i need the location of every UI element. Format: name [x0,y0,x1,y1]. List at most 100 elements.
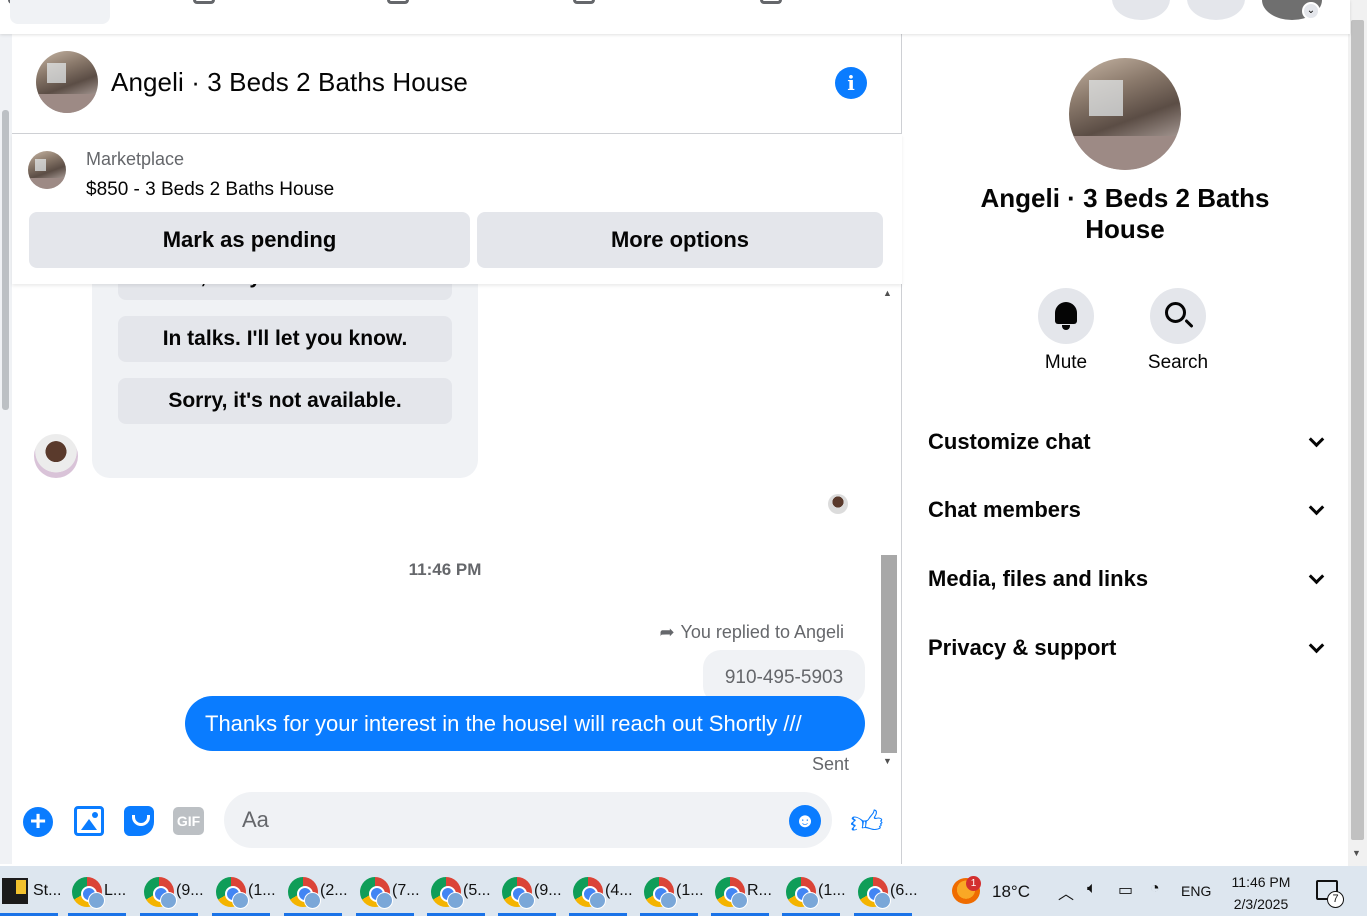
sticky-notes-icon [2,878,28,904]
top-navigation: ⌄ [0,0,1350,34]
sender-avatar[interactable] [34,434,78,478]
profile-badge-icon [232,892,249,909]
media-files-links-row[interactable]: Media, files and links [928,559,1325,599]
quick-reply-option[interactable]: Sorry, it's not available. [118,378,452,424]
marketplace-tab-icon[interactable] [573,0,595,4]
mark-as-pending-button[interactable]: Mark as pending [29,212,470,268]
row-label: Chat members [928,497,1081,522]
more-options-button[interactable]: More options [477,212,883,268]
plus-icon[interactable]: + [23,807,53,837]
profile-badge-icon [447,892,464,909]
taskbar-app-chrome[interactable]: (5... [427,866,491,916]
profile-badge-icon [802,892,819,909]
volume-icon[interactable]: 🔈︎ [1087,880,1097,898]
left-sidebar-scrollbar[interactable] [0,34,12,864]
chevron-up-icon[interactable]: ︿ [1058,880,1074,904]
reply-indicator: ➦ You replied to Angeli [659,622,844,643]
quick-reply-bubble: Yes, are you interested? In talks. I'll … [92,284,478,478]
profile-badge-icon [731,892,748,909]
taskbar-app-chrome[interactable]: (4... [569,866,633,916]
wifi-icon[interactable]: ◔ [1150,880,1160,898]
info-title: Angeli · 3 Beds 2 Baths House [980,183,1270,244]
row-label: Customize chat [928,429,1091,454]
chat-panel: Angeli · 3 Beds 2 Baths House i Marketpl… [12,34,902,864]
mute-label: Mute [1044,352,1088,373]
video-tab-icon[interactable] [387,0,409,4]
chevron-down-icon [1308,431,1325,448]
chevron-down-icon [1308,499,1325,516]
row-label: Privacy & support [928,635,1117,660]
privacy-support-row[interactable]: Privacy & support [928,628,1325,668]
chat-header: Angeli · 3 Beds 2 Baths House i [12,34,902,134]
sent-message-bubble[interactable]: Thanks for your interest in the houseI w… [185,696,865,751]
search-button[interactable]: Search [1138,288,1218,374]
taskbar-app-chrome[interactable]: (9... [140,866,204,916]
scrollbar-thumb[interactable] [881,555,897,753]
profile-badge-icon [160,892,177,909]
chevron-down-icon[interactable]: ⌄ [1302,2,1320,20]
marketplace-listing-bar: Marketplace $850 - 3 Beds 2 Baths House … [12,134,902,284]
taskbar-app-sticky[interactable]: St... [0,866,62,916]
taskbar-app-label: St... [33,882,62,899]
thumbs-up-icon[interactable]: 👍︎ [850,803,883,842]
gif-icon[interactable]: GIF [173,807,204,835]
info-icon[interactable]: i [835,67,867,99]
message-composer: + GIF ☻ 👍︎ [12,779,902,864]
groups-tab-icon[interactable] [760,0,782,4]
battery-icon[interactable]: ▭ [1118,880,1133,900]
scroll-down-icon[interactable]: ▼ [1352,848,1361,858]
chevron-down-icon [1308,637,1325,654]
profile-badge-icon [518,892,535,909]
chat-members-row[interactable]: Chat members [928,490,1325,530]
language-indicator[interactable]: ENG [1181,883,1211,899]
quick-reply-option[interactable]: In talks. I'll let you know. [118,316,452,362]
taskbar-app-chrome[interactable]: L... [68,866,128,916]
taskbar-app-chrome[interactable]: (1... [640,866,704,916]
taskbar-app-label: (1... [676,882,704,899]
reply-arrow-icon: ➦ [659,622,675,642]
search-box[interactable] [10,0,110,24]
scrollbar-thumb[interactable] [1351,20,1364,840]
listing-thumbnail[interactable] [28,151,66,189]
taskbar-app-chrome[interactable]: (6... [854,866,918,916]
taskbar-app-label: L... [104,882,127,899]
taskbar-app-label: (9... [176,882,204,899]
window-scrollbar[interactable]: ▼ [1348,0,1367,866]
listing-title[interactable]: $850 - 3 Beds 2 Baths House [86,179,334,201]
taskbar: St... L... (9... (1... (2... (7... (5...… [0,866,1367,916]
taskbar-app-chrome[interactable]: (1... [782,866,846,916]
photo-icon[interactable] [74,806,104,836]
scroll-up-icon[interactable]: ▲ [883,288,892,298]
conversation-avatar[interactable] [36,51,98,113]
taskbar-app-label: (9... [534,882,562,899]
customize-chat-row[interactable]: Customize chat [928,422,1325,462]
row-label: Media, files and links [928,566,1149,591]
taskbar-app-chrome[interactable]: (1... [212,866,276,916]
taskbar-app-chrome[interactable]: (7... [356,866,420,916]
clock[interactable]: 11:46 PM 2/3/2025 [1229,871,1293,915]
weather-alert-badge: 1 [966,876,981,891]
messenger-button[interactable] [1187,0,1245,20]
sticker-icon[interactable] [124,806,154,836]
taskbar-app-chrome[interactable]: (2... [284,866,348,916]
message-input[interactable] [224,792,832,848]
home-tab-icon[interactable] [193,0,215,4]
conversation-title[interactable]: Angeli · 3 Beds 2 Baths House [111,67,468,98]
chevron-down-icon [1308,568,1325,585]
emoji-icon[interactable]: ☻ [789,805,821,837]
profile-badge-icon [589,892,606,909]
menu-button[interactable] [1112,0,1170,20]
mute-button[interactable]: Mute [1026,288,1106,374]
scroll-down-icon[interactable]: ▼ [883,756,892,766]
taskbar-app-label: (4... [605,882,633,899]
taskbar-app-chrome[interactable]: R... [711,866,772,916]
clock-date: 2/3/2025 [1233,896,1289,912]
scrollbar-thumb[interactable] [2,110,9,410]
temperature[interactable]: 18°C [992,882,1030,902]
conversation-avatar-large[interactable] [1069,58,1181,170]
conversation-info-panel: Angeli · 3 Beds 2 Baths House Mute Searc… [903,34,1348,864]
quick-reply-option[interactable]: Yes, are you interested? [118,284,452,300]
taskbar-app-chrome[interactable]: (9... [498,866,562,916]
message-scrollbar[interactable]: ▲ ▼ [880,288,897,774]
bell-icon [1055,302,1077,330]
